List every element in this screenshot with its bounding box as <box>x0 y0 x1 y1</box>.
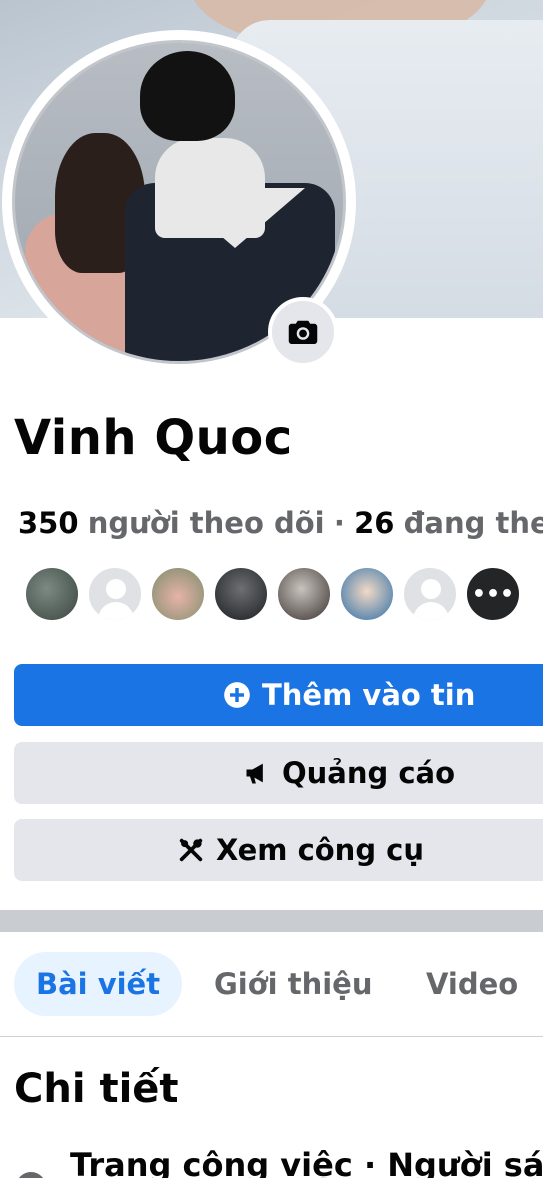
tab-video[interactable]: Video <box>426 952 518 1016</box>
followers-label: người theo dõi <box>87 506 325 540</box>
default-avatar-icon <box>404 568 456 620</box>
friend-avatar[interactable] <box>87 566 143 622</box>
tab-video-label: Video <box>426 967 519 1001</box>
info-icon <box>16 1172 46 1178</box>
tab-about[interactable]: Giới thiệu <box>214 952 372 1016</box>
tools-icon <box>176 835 206 865</box>
camera-icon <box>288 320 318 344</box>
friend-avatar[interactable] <box>213 566 269 622</box>
ads-label: Quảng cáo <box>282 756 456 790</box>
following-count: 26 <box>354 506 395 540</box>
friend-avatar[interactable] <box>402 566 458 622</box>
ads-button[interactable]: Quảng cáo <box>14 742 543 804</box>
add-to-story-label: Thêm vào tin <box>262 678 476 712</box>
friend-avatar[interactable] <box>24 566 80 622</box>
details-heading: Chi tiết <box>14 1066 179 1112</box>
profile-name: Vinh Quoc <box>14 410 293 466</box>
friend-avatar[interactable] <box>339 566 395 622</box>
follow-stats[interactable]: 350 người theo dõi · 26 đang theo dõi <box>18 506 543 540</box>
section-divider <box>0 910 543 932</box>
change-profile-picture-button[interactable] <box>268 297 338 367</box>
more-friends-button[interactable]: ••• <box>465 566 521 622</box>
detail-item[interactable]: Trang công việc · Người sáng tạo <box>0 1138 543 1178</box>
view-tools-label: Xem công cụ <box>216 833 425 867</box>
plus-circle-icon <box>222 680 252 710</box>
following-label: đang theo dõi <box>403 506 543 540</box>
tab-about-label: Giới thiệu <box>214 967 373 1001</box>
detail-item-text: Trang công việc · Người sáng tạo <box>70 1146 543 1178</box>
tabs-divider <box>0 1036 543 1037</box>
profile-tabs: Bài viết Giới thiệu Video <box>0 952 543 1018</box>
friend-avatar[interactable] <box>276 566 332 622</box>
more-dots-icon: ••• <box>471 581 515 607</box>
tab-posts-label: Bài viết <box>36 967 161 1001</box>
megaphone-icon <box>242 758 272 788</box>
tab-posts[interactable]: Bài viết <box>14 952 183 1016</box>
followers-count: 350 <box>18 506 79 540</box>
friend-avatar[interactable] <box>150 566 206 622</box>
stats-separator: · <box>333 506 345 540</box>
view-tools-button[interactable]: Xem công cụ <box>14 819 543 881</box>
add-to-story-button[interactable]: Thêm vào tin <box>14 664 543 726</box>
default-avatar-icon <box>89 568 141 620</box>
